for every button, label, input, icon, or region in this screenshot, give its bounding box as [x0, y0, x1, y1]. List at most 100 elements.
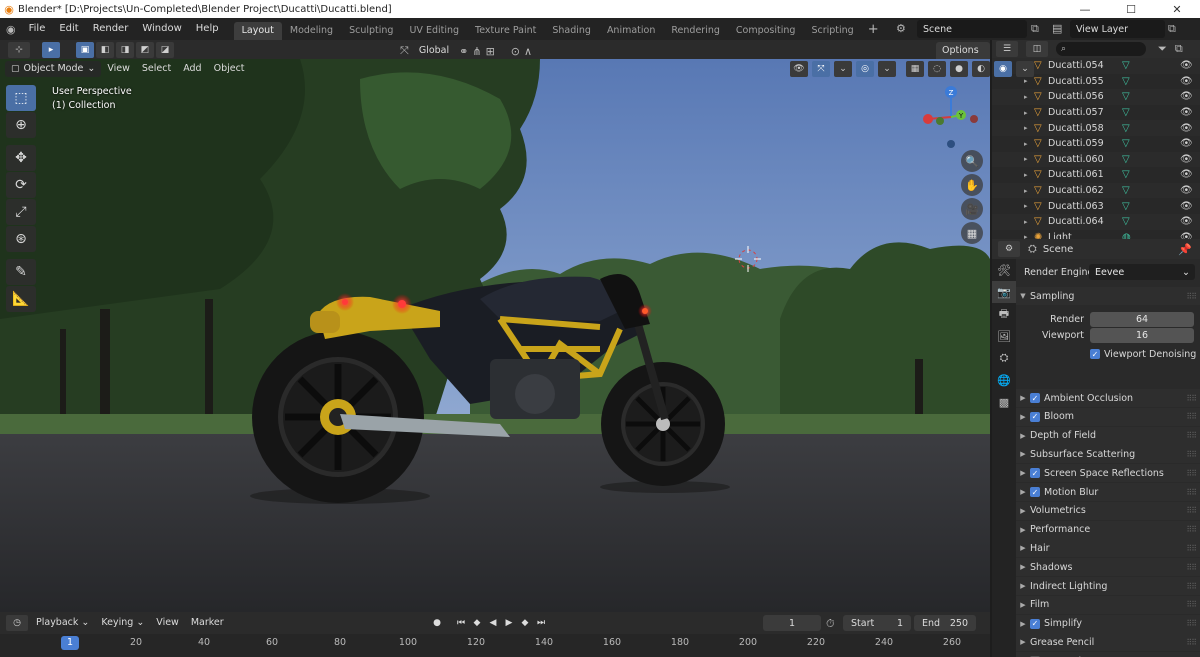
new-view-layer-icon[interactable]: ⧉	[1168, 22, 1176, 36]
panel-hair[interactable]: ▶ Hair ⠿⠿	[1016, 539, 1200, 558]
mesh-data-icon[interactable]: ▽	[1122, 91, 1130, 102]
annotate-tool-icon[interactable]: ✎	[6, 259, 36, 285]
menu-help[interactable]: Help	[189, 18, 226, 40]
outliner-item-name[interactable]: Ducatti.064	[1048, 216, 1104, 227]
panel-enable-checkbox[interactable]: ✓	[1030, 411, 1040, 422]
shading-solid-icon[interactable]: ●	[950, 61, 968, 77]
drag-handle-icon[interactable]: ⠿⠿	[1186, 488, 1197, 497]
expand-arrow-icon[interactable]: ▸	[1024, 218, 1034, 226]
add-workspace-icon[interactable]: +	[862, 22, 885, 37]
viewport-menu-object[interactable]: Object	[208, 60, 251, 78]
play-icon[interactable]: ▶	[502, 616, 516, 630]
timeline-menu-marker[interactable]: Marker	[185, 614, 230, 632]
visibility-eye-icon[interactable]: 👁	[1180, 107, 1193, 118]
panel-volumetrics[interactable]: ▶ Volumetrics ⠿⠿	[1016, 501, 1200, 520]
outliner-row[interactable]: ▸ ▽ Ducatti.062 ▽ 👁	[992, 182, 1200, 199]
drag-handle-icon[interactable]: ⠿⠿	[1186, 431, 1197, 440]
overlays-toggle-icon[interactable]: ◎	[856, 61, 874, 77]
mesh-data-icon[interactable]: ▽	[1122, 60, 1130, 71]
object-mode-dropdown[interactable]: ▢ Object Mode ⌄	[5, 61, 102, 77]
visibility-eye-icon[interactable]: 👁	[1180, 185, 1193, 196]
timeline-menu-view[interactable]: View	[150, 614, 185, 632]
mesh-data-icon[interactable]: ▽	[1122, 169, 1130, 180]
visibility-eye-icon[interactable]: 👁	[1180, 154, 1193, 165]
expand-arrow-icon[interactable]: ▸	[1024, 171, 1034, 179]
transform-orientation-dropdown[interactable]: Global	[413, 42, 455, 60]
drag-handle-icon[interactable]: ⠿⠿	[1186, 412, 1197, 421]
gizmo-dropdown-icon[interactable]: ⌄	[834, 61, 852, 77]
panel-motion-blur[interactable]: ▶ ✓ Motion Blur ⠿⠿	[1016, 483, 1200, 501]
expand-arrow-icon[interactable]: ▸	[1024, 124, 1034, 132]
drag-handle-icon[interactable]: ⠿⠿	[1186, 619, 1197, 628]
outliner-item-name[interactable]: Ducatti.057	[1048, 107, 1104, 118]
outliner-row[interactable]: ▸ ▽ Ducatti.061 ▽ 👁	[992, 167, 1200, 183]
outliner-item-name[interactable]: Ducatti.058	[1048, 123, 1104, 134]
snap-icon[interactable]: ⋔	[472, 45, 481, 58]
camera-view-icon[interactable]: 🎥	[961, 198, 983, 220]
new-collection-icon[interactable]: ⧉	[1175, 42, 1183, 56]
select-mode-extend-icon[interactable]: ◧	[96, 41, 114, 58]
outliner-row[interactable]: ▸ ▽ Ducatti.056 ▽ 👁	[992, 89, 1200, 105]
viewport-menu-select[interactable]: Select	[136, 60, 177, 78]
outliner-item-name[interactable]: Ducatti.056	[1048, 91, 1104, 102]
tab-layout[interactable]: Layout	[233, 22, 282, 40]
visibility-eye-icon[interactable]: 👁	[1180, 169, 1193, 180]
maximize-button[interactable]: ☐	[1108, 0, 1154, 18]
shading-material-icon[interactable]: ◐	[972, 61, 990, 77]
viewport-menu-add[interactable]: Add	[177, 60, 207, 78]
viewport-denoising-checkbox[interactable]: ✓ Viewport Denoising	[1090, 349, 1196, 360]
render-engine-dropdown[interactable]: Eevee ⌄	[1089, 264, 1195, 280]
expand-arrow-icon[interactable]: ▸	[1024, 93, 1034, 101]
pin-icon[interactable]: 📌	[1178, 243, 1192, 256]
proportional-edit-icon[interactable]: ⊙	[511, 45, 520, 58]
panel-enable-checkbox[interactable]: ✓	[1030, 618, 1040, 629]
panel-freestyle[interactable]: ▶Freestyle⠿⠿	[1016, 652, 1200, 657]
blender-menu-icon[interactable]: ◉	[0, 23, 22, 36]
jump-start-icon[interactable]: ⏮	[454, 616, 468, 630]
perspective-toggle-icon[interactable]: ▦	[961, 222, 983, 244]
expand-arrow-icon[interactable]: ▸	[1024, 187, 1034, 195]
scale-tool-icon[interactable]: ⤢	[6, 199, 36, 225]
move-tool-icon[interactable]: ✥	[6, 145, 36, 171]
select-tool-icon[interactable]: ▸	[42, 41, 60, 58]
scene-selector-icon[interactable]: ⚙	[896, 22, 906, 35]
panel-performance[interactable]: ▶ Performance ⠿⠿	[1016, 520, 1200, 539]
pivot-icon[interactable]: ⚭	[459, 45, 468, 58]
xray-toggle-icon[interactable]: ▦	[906, 61, 924, 77]
select-box-tool-icon[interactable]: ⬚	[6, 85, 36, 111]
cursor-tool-icon[interactable]: ⊕	[6, 112, 36, 138]
overlays-dropdown-icon[interactable]: ⌄	[878, 61, 896, 77]
select-mode-new-icon[interactable]: ▣	[76, 41, 94, 58]
expand-arrow-icon[interactable]: ▸	[1024, 77, 1034, 85]
panel-sampling[interactable]: ▼ Sampling ⠿⠿	[1016, 287, 1200, 305]
tab-animation[interactable]: Animation	[599, 22, 663, 40]
menu-render[interactable]: Render	[86, 18, 136, 40]
panel-ambient-occlusion[interactable]: ▶ ✓ Ambient Occlusion ⠿⠿	[1016, 389, 1200, 407]
view-layer-icon[interactable]: ▤	[1052, 22, 1062, 35]
filter-icon[interactable]: ⏷	[1158, 42, 1167, 56]
view-layer-field[interactable]: View Layer	[1070, 20, 1165, 38]
panel-enable-checkbox[interactable]: ✓	[1030, 393, 1040, 403]
visibility-eye-icon[interactable]: 👁	[1180, 216, 1193, 227]
start-frame-field[interactable]: Start 1	[843, 615, 911, 631]
panel-indirect-lighting[interactable]: ▶ Indirect Lighting ⠿⠿	[1016, 577, 1200, 595]
gizmo-neg-x-axis[interactable]	[970, 115, 978, 123]
panel-shadows[interactable]: ▶ Shadows ⠿⠿	[1016, 558, 1200, 577]
rotate-tool-icon[interactable]: ⟳	[6, 172, 36, 198]
expand-arrow-icon[interactable]: ▸	[1024, 202, 1034, 210]
navigation-gizmo[interactable]: Z Y	[916, 82, 986, 152]
shading-rendered-icon[interactable]: ◉	[994, 61, 1012, 77]
select-mode-subtract-icon[interactable]: ◨	[116, 41, 134, 58]
end-frame-field[interactable]: End 250	[914, 615, 976, 631]
visibility-eye-icon[interactable]: 👁	[1180, 123, 1193, 134]
editor-type-icon[interactable]: ⊹	[8, 41, 30, 58]
jump-end-icon[interactable]: ⏭	[534, 616, 548, 630]
mesh-data-icon[interactable]: ▽	[1122, 185, 1130, 196]
panel-film[interactable]: ▶ Film ⠿⠿	[1016, 595, 1200, 614]
outliner-row[interactable]: ▸ ✺ Light ◍ 👁	[992, 230, 1200, 239]
outliner-item-name[interactable]: Ducatti.059	[1048, 138, 1104, 149]
outliner-row[interactable]: ▸ ▽ Ducatti.059 ▽ 👁	[992, 136, 1200, 152]
panel-grease-pencil[interactable]: ▶ Grease Pencil ⠿⠿	[1016, 633, 1200, 652]
measure-tool-icon[interactable]: 📐	[6, 286, 36, 312]
tab-shading[interactable]: Shading	[544, 22, 599, 40]
